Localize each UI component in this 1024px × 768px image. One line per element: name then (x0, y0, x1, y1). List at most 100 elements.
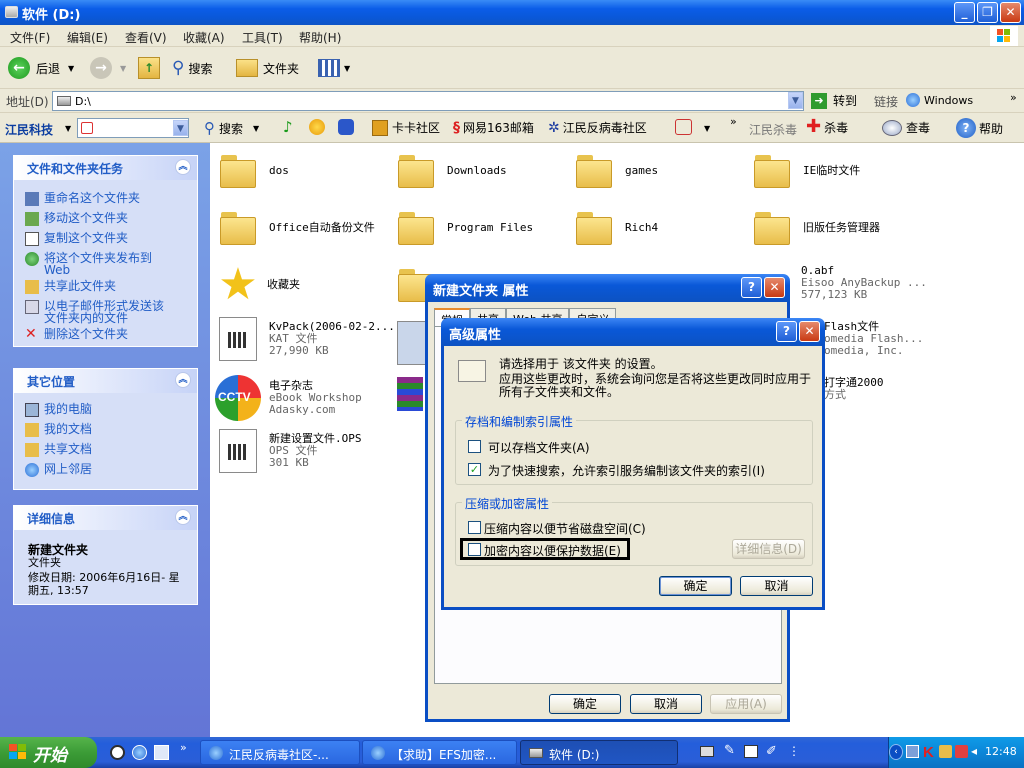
collapse-chevron-icon[interactable]: ︽ (175, 159, 191, 175)
tray-app-icon[interactable] (939, 745, 952, 758)
advanced-ok-button[interactable]: 确定 (659, 576, 732, 596)
clock[interactable]: 12:48 (985, 745, 1017, 758)
network-tray-icon[interactable] (906, 745, 919, 758)
tray-expand-icon[interactable]: ‹ (889, 744, 903, 760)
shield-tool-dropdown-icon[interactable]: ▼ (704, 124, 710, 133)
address-input[interactable]: D:\ (52, 91, 804, 111)
toolbar-chevron-icon[interactable]: » (730, 115, 737, 128)
kv-antivirus-icon[interactable]: K (923, 744, 934, 761)
file-item[interactable] (397, 377, 423, 411)
other-places-header[interactable]: 其它位置 ︽ (14, 369, 197, 393)
jiangmin-community-link[interactable]: ✲ 江民反病毒社区 (548, 119, 647, 136)
place-my-documents[interactable]: 我的文档 (25, 423, 92, 437)
properties-help-button[interactable]: ? (741, 277, 762, 298)
file-item[interactable]: Flash文件 omedia Flash... omedia, Inc. (824, 321, 923, 357)
encrypt-checkbox[interactable] (468, 543, 481, 556)
archive-checkbox[interactable] (468, 440, 481, 453)
title-bar[interactable]: 软件 (D:) _ ❐ ✕ (0, 0, 1024, 25)
folders-button[interactable]: 文件夹 (236, 55, 299, 81)
menu-tools[interactable]: 工具(T) (242, 29, 283, 46)
file-item[interactable]: 新建设置文件.OPS OPS 文件 301 KB (219, 429, 362, 473)
close-button[interactable]: ✕ (1000, 2, 1021, 23)
qq-icon[interactable] (338, 119, 354, 135)
scan-virus-button[interactable]: 查毒 (882, 119, 930, 136)
properties-apply-button[interactable]: 应用(A) (710, 694, 782, 714)
keyboard-icon[interactable] (700, 746, 714, 757)
start-button[interactable]: 开始 (0, 737, 97, 768)
volume-icon[interactable]: ◂ (971, 744, 977, 758)
jiangmin-brand[interactable]: 江民科技 (5, 121, 53, 138)
menu-help[interactable]: 帮助(H) (299, 29, 341, 46)
menu-view[interactable]: 查看(V) (125, 29, 167, 46)
taskbar-item-help-thread[interactable]: 【求助】EFS加密... (362, 740, 517, 765)
folder-item[interactable]: Program Files (397, 210, 533, 246)
views-button[interactable]: ▼ (318, 55, 350, 81)
collapse-chevron-icon[interactable]: ︽ (175, 509, 191, 525)
taskbar-item-explorer[interactable]: 软件 (D:) (520, 740, 678, 765)
maximize-button[interactable]: ❐ (977, 2, 998, 23)
minimize-button[interactable]: _ (954, 2, 975, 23)
task-move[interactable]: 移动这个文件夹 (25, 212, 128, 226)
file-item[interactable]: KvPack(2006-02-2... KAT 文件 27,990 KB (219, 317, 395, 361)
go-button[interactable]: ➜ 转到 (811, 92, 857, 109)
shield-tool-icon[interactable] (675, 119, 692, 135)
task-delete[interactable]: ✕ 删除这个文件夹 (25, 327, 128, 342)
smiley-icon[interactable] (309, 119, 325, 135)
links-search-button[interactable]: ⚲ 搜索 ▼ (204, 119, 259, 137)
properties-cancel-button[interactable]: 取消 (630, 694, 702, 714)
file-item[interactable]: CCTV 电子杂志 eBook Workshop Adasky.com (215, 375, 362, 421)
details-header[interactable]: 详细信息 ︽ (14, 506, 197, 530)
folder-item[interactable]: Rich4 (575, 210, 658, 246)
folder-item[interactable]: Office自动备份文件 (219, 210, 375, 246)
search-combo-dropdown-icon[interactable]: ▼ (173, 120, 188, 136)
folder-item[interactable]: Downloads (397, 153, 507, 189)
index-label[interactable]: 为了快速搜索，允许索引服务编制该文件夹的索引(I) (488, 462, 765, 479)
folder-item[interactable]: 旧版任务管理器 (753, 210, 880, 246)
search-button[interactable]: ⚲ 搜索 (172, 55, 212, 81)
task-share[interactable]: 共享此文件夹 (25, 280, 116, 294)
archive-label[interactable]: 可以存档文件夹(A) (488, 439, 590, 456)
input-method-icon[interactable] (744, 745, 758, 758)
task-publish-web[interactable]: 将这个文件夹发布到 Web (25, 252, 175, 276)
taskbar-item-community[interactable]: 江民反病毒社区-... (200, 740, 360, 765)
menu-favorites[interactable]: 收藏(A) (183, 29, 225, 46)
properties-title-bar[interactable]: 新建文件夹 属性 ? ✕ (425, 274, 790, 302)
compress-checkbox[interactable] (468, 521, 481, 534)
index-checkbox[interactable]: ✓ (468, 463, 481, 476)
properties-ok-button[interactable]: 确定 (549, 694, 621, 714)
task-email[interactable]: 以电子邮件形式发送该文件夹内的文件 (25, 300, 175, 324)
place-shared-documents[interactable]: 共享文档 (25, 443, 92, 457)
folder-item[interactable]: IE临时文件 (753, 153, 860, 189)
task-copy[interactable]: 复制这个文件夹 (25, 232, 128, 246)
folder-item[interactable]: dos (219, 153, 289, 189)
brand-dropdown-icon[interactable]: ▼ (65, 124, 71, 133)
ie-quicklaunch-icon[interactable] (132, 745, 147, 760)
compress-label[interactable]: 压缩内容以便节省磁盘空间(C) (484, 520, 646, 537)
forward-button[interactable]: → ▼ (90, 55, 126, 81)
up-folder-button[interactable]: ↑ (138, 55, 160, 81)
tray-monitor-icon[interactable] (955, 745, 968, 758)
pen-icon[interactable]: ✎ (724, 743, 735, 758)
advanced-help-button[interactable]: ? (776, 321, 797, 342)
language-icon[interactable]: ✐ (766, 744, 777, 759)
menu-edit[interactable]: 编辑(E) (67, 29, 108, 46)
mail163-link[interactable]: § 网易163邮箱 (453, 119, 534, 136)
menu-file[interactable]: 文件(F) (10, 29, 50, 46)
help-button[interactable]: ? 帮助 (956, 118, 1003, 138)
encrypt-label[interactable]: 加密内容以便保护数据(E) (484, 542, 621, 559)
properties-close-button[interactable]: ✕ (764, 277, 785, 298)
place-my-computer[interactable]: 我的电脑 (25, 403, 92, 417)
kill-virus-button[interactable]: ✚ 杀毒 (806, 118, 848, 136)
advanced-close-button[interactable]: ✕ (799, 321, 820, 342)
language-bar-icon[interactable]: ⋮ (788, 744, 800, 758)
folder-item[interactable]: games (575, 153, 658, 189)
quicklaunch-chevron-icon[interactable]: » (180, 741, 187, 754)
file-tasks-header[interactable]: 文件和文件夹任务 ︽ (14, 156, 197, 180)
details-button[interactable]: 详细信息(D) (732, 539, 805, 559)
media-player-icon[interactable] (110, 745, 125, 760)
back-button[interactable]: ← 后退 ▼ (8, 55, 74, 81)
back-dropdown-icon[interactable]: ▼ (68, 64, 74, 73)
music-icon[interactable]: ♪ (283, 118, 293, 136)
kaka-community-link[interactable]: 卡卡社区 (372, 119, 440, 136)
advanced-title-bar[interactable]: 高级属性 ? ✕ (441, 318, 825, 346)
